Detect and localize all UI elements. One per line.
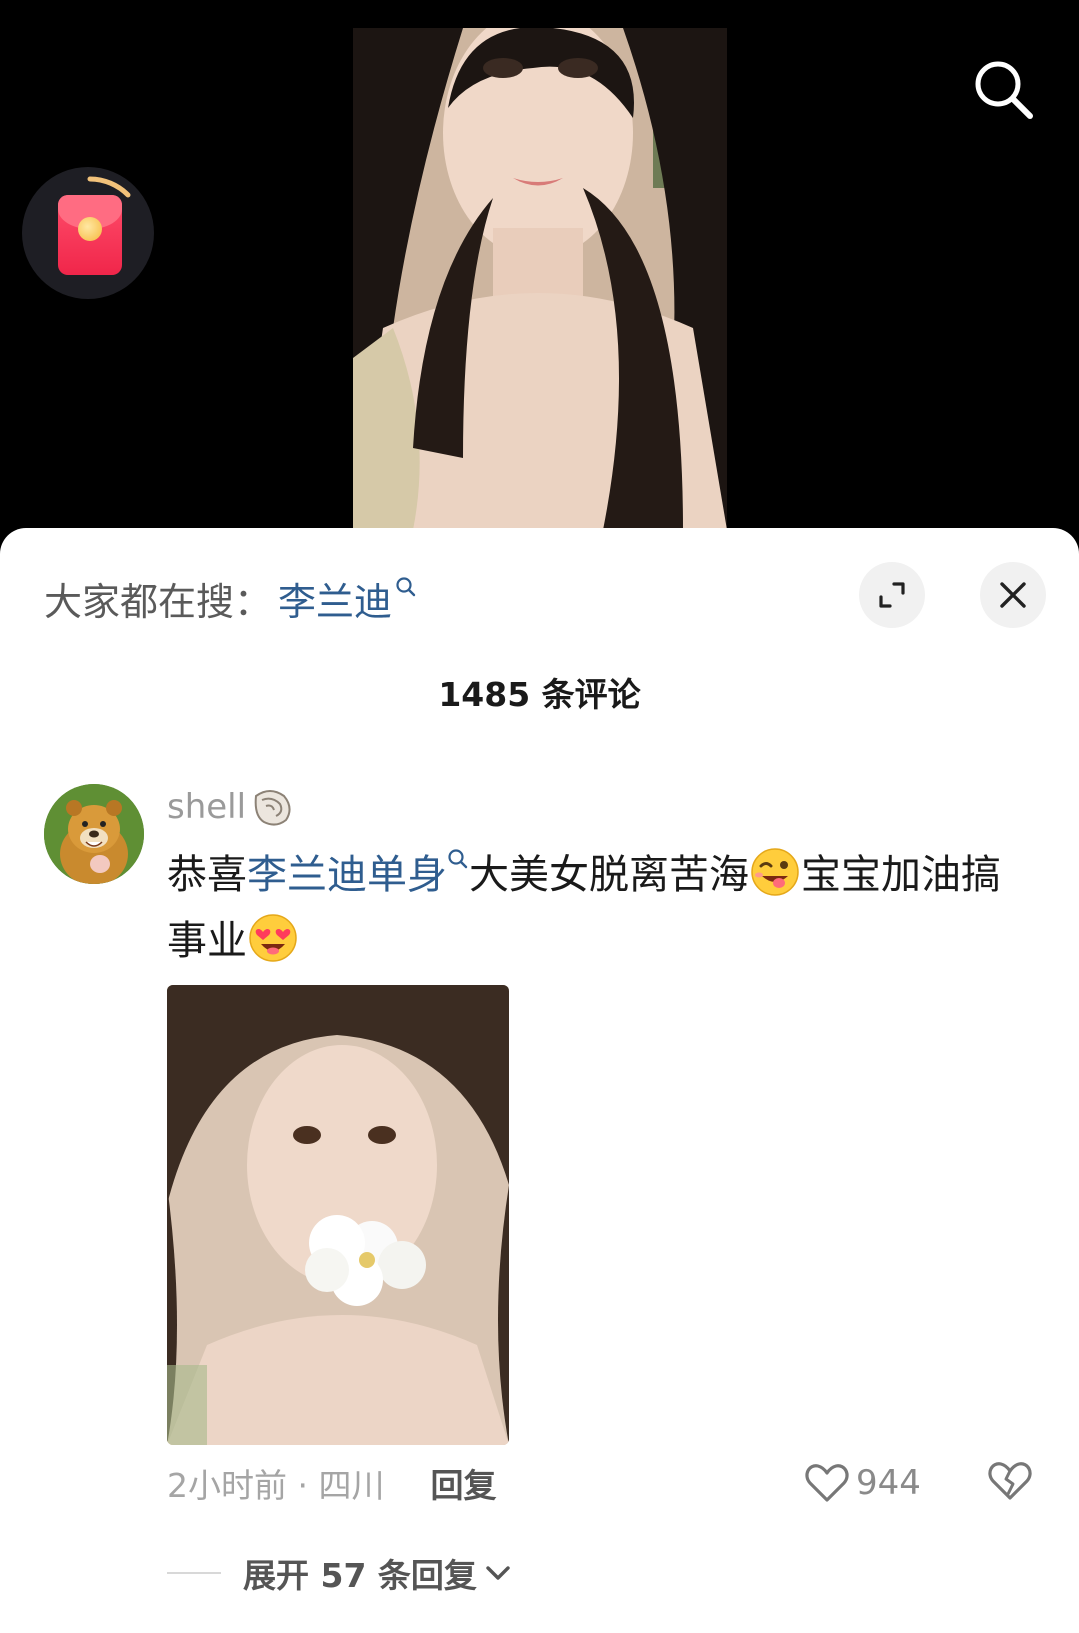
- comment-meta: 2小时前 · 四川 回复: [167, 1458, 496, 1508]
- comment-photo: [167, 985, 509, 1445]
- username-text[interactable]: shell: [167, 787, 246, 827]
- expand-replies-label[interactable]: 展开 57 条回复: [243, 1549, 477, 1597]
- expand-icon: [879, 582, 905, 608]
- comment-username[interactable]: shell: [167, 786, 294, 828]
- video-frame[interactable]: [353, 28, 727, 530]
- hot-search-label: 大家都在搜：: [44, 579, 273, 624]
- search-button[interactable]: [972, 58, 1036, 122]
- close-icon: [1000, 582, 1026, 608]
- video-player[interactable]: [0, 0, 1079, 560]
- broken-heart-icon: [988, 1462, 1032, 1500]
- comment-text-middle: 大美女脱离苦海: [469, 852, 749, 898]
- comment-time-location: 2小时前 · 四川: [167, 1466, 385, 1505]
- comment-text-prefix: 恭喜: [167, 852, 247, 898]
- comment-text: 恭喜李兰迪单身 大美女脱离苦海 宝宝加油搞事业: [167, 842, 1027, 974]
- comment-keyword-link[interactable]: 李兰迪单身: [247, 852, 447, 898]
- search-small-icon: [448, 849, 468, 869]
- bear-avatar-image: [44, 784, 144, 884]
- shell-icon: [254, 790, 291, 826]
- comment-count-title: 1485 条评论: [438, 675, 641, 714]
- comment-image[interactable]: [167, 985, 509, 1445]
- hot-search-keyword[interactable]: 李兰迪: [278, 571, 392, 626]
- heart-eyes-emoji: [249, 914, 297, 962]
- hot-search-bar: 大家都在搜： 李兰迪: [44, 568, 417, 628]
- heart-icon: [805, 1464, 849, 1502]
- wink-tongue-emoji: [751, 848, 799, 896]
- dislike-button[interactable]: [986, 1458, 1034, 1508]
- search-icon: [975, 61, 1033, 119]
- video-portrait-image: [353, 28, 727, 530]
- close-button[interactable]: [980, 562, 1046, 628]
- divider-line: [167, 1572, 221, 1574]
- red-packet-icon: [58, 195, 122, 275]
- chevron-down-icon: [486, 1566, 510, 1580]
- search-small-icon: [396, 577, 416, 597]
- like-count: 944: [856, 1463, 921, 1503]
- avatar[interactable]: [44, 784, 144, 884]
- expand-button[interactable]: [859, 562, 925, 628]
- expand-replies-button[interactable]: 展开 57 条回复: [167, 1548, 513, 1598]
- red-packet-button[interactable]: [22, 167, 154, 299]
- like-button[interactable]: 944: [804, 1458, 921, 1508]
- comments-sheet: 大家都在搜： 李兰迪 1485 条评论 shell 恭喜李兰迪单身 大美女脱离苦…: [0, 528, 1079, 1633]
- reply-button[interactable]: 回复: [430, 1459, 496, 1507]
